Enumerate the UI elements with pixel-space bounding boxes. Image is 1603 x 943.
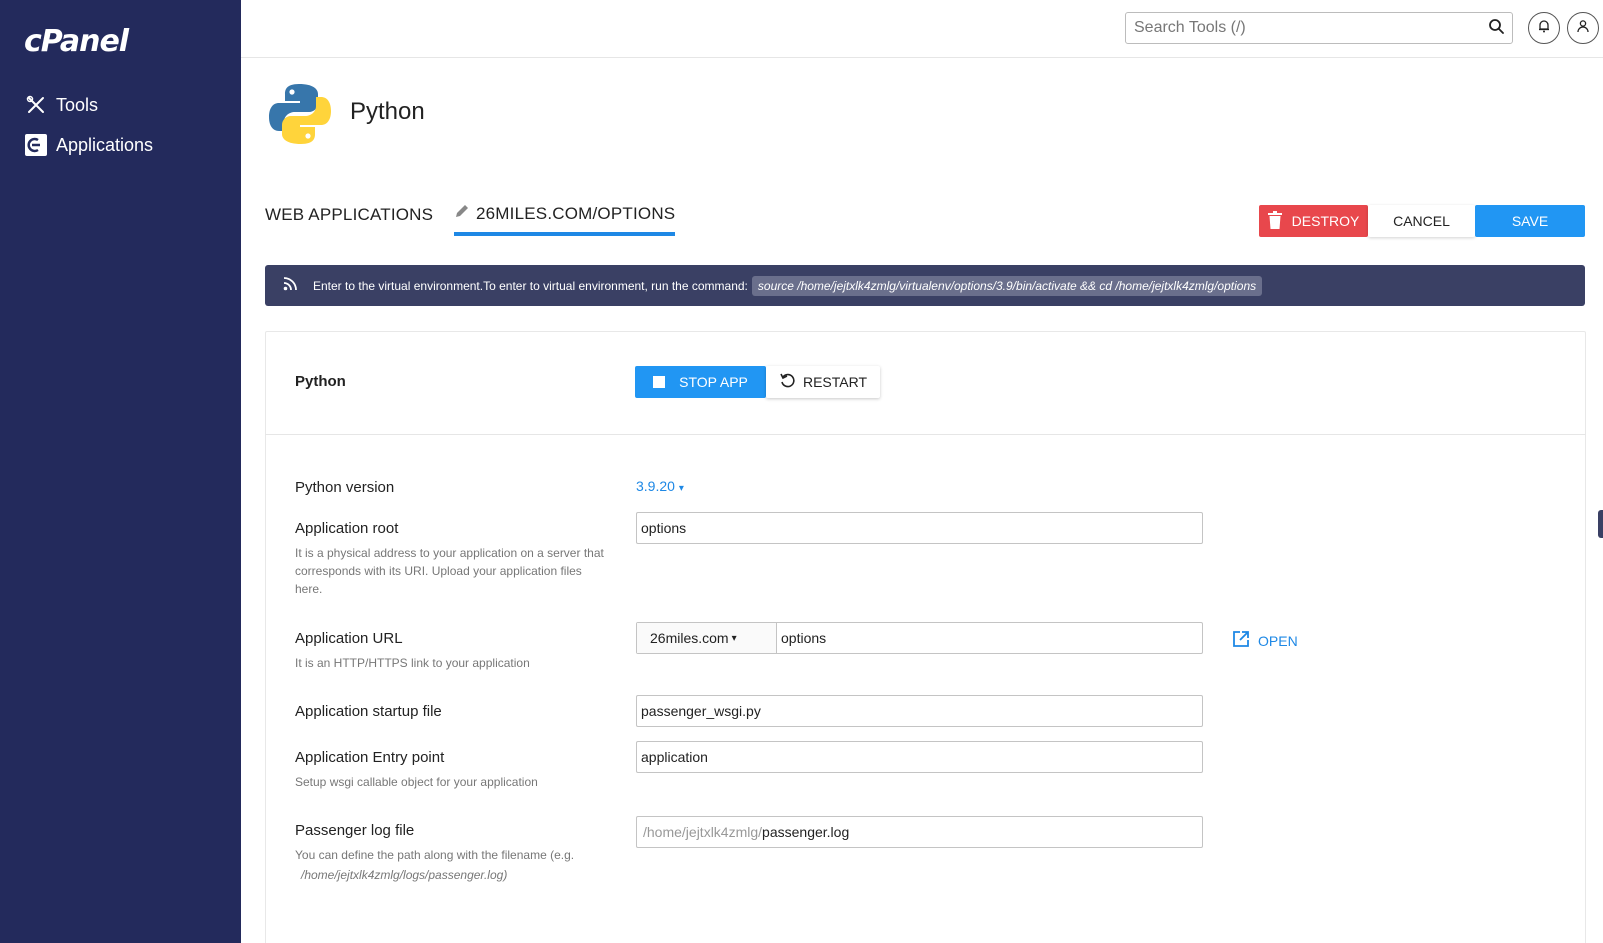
banner-text: Enter to the virtual environment.To ente…: [313, 278, 748, 293]
entry-point-help: Setup wsgi callable object for your appl…: [295, 775, 538, 789]
tab-label: 26MILES.COM/OPTIONS: [476, 203, 676, 223]
log-file-label: Passenger log file: [295, 822, 415, 839]
sidebar: cPanel Tools Applications: [0, 0, 241, 943]
page-title: Python: [350, 98, 425, 125]
destroy-button[interactable]: DESTROY: [1259, 205, 1368, 237]
app-url-path-input[interactable]: [777, 623, 1202, 653]
python-version-label: Python version: [295, 479, 395, 496]
sidebar-item-tools[interactable]: Tools: [24, 93, 98, 117]
app-root-field[interactable]: [636, 512, 1203, 544]
tools-icon: [24, 93, 48, 117]
log-file-help: You can define the path along with the f…: [295, 848, 575, 862]
log-file-prefix: /home/jejtxlk4zmlg/: [643, 824, 763, 840]
log-file-help-path: /home/jejtxlk4zmlg/logs/passenger.log): [301, 868, 508, 882]
search-icon[interactable]: [1488, 18, 1504, 39]
virtualenv-info-banner: Enter to the virtual environment.To ente…: [265, 265, 1585, 306]
sidebar-item-label: Tools: [56, 94, 99, 115]
app-root-label: Application root: [295, 520, 399, 537]
python-logo-icon: [268, 82, 332, 146]
applications-icon: [24, 133, 48, 157]
stop-label: STOP APP: [679, 374, 748, 390]
python-version-select[interactable]: 3.9.20 ▾: [636, 478, 684, 494]
caret-down-icon: ▾: [678, 483, 684, 494]
app-root-input[interactable]: [641, 520, 1198, 536]
banner-command[interactable]: source /home/jejtxlk4zmlg/virtualenv/opt…: [751, 275, 1263, 296]
search-input[interactable]: [1134, 19, 1488, 37]
open-label: OPEN: [1258, 632, 1298, 649]
app-root-help: It is a physical address to your applica…: [295, 546, 604, 596]
log-file-field[interactable]: /home/jejtxlk4zmlg/: [636, 816, 1203, 848]
restart-button[interactable]: RESTART: [766, 366, 880, 398]
entry-point-label: Application Entry point: [295, 749, 445, 766]
python-version-value: 3.9.20: [636, 478, 675, 494]
startup-file-input[interactable]: [641, 703, 1198, 719]
side-panel-handle[interactable]: [1598, 510, 1603, 538]
user-icon: [1576, 19, 1590, 38]
notifications-button[interactable]: [1528, 12, 1560, 44]
top-bar: [241, 0, 1603, 58]
trash-icon: [1267, 210, 1282, 232]
cpanel-logo[interactable]: cPanel: [24, 24, 129, 59]
restart-label: RESTART: [802, 374, 868, 390]
app-url-help: It is an HTTP/HTTPS link to your applica…: [295, 656, 530, 670]
restart-icon: [779, 372, 797, 393]
search-box[interactable]: [1125, 12, 1513, 44]
stop-icon: [653, 376, 666, 388]
sidebar-item-label: Applications: [56, 134, 154, 155]
pencil-icon: [454, 203, 470, 224]
log-file-input[interactable]: [762, 824, 1202, 840]
external-link-icon: [1232, 630, 1250, 651]
entry-point-field[interactable]: [636, 741, 1203, 773]
open-app-link[interactable]: OPEN: [1232, 630, 1298, 651]
tab-app-options[interactable]: 26MILES.COM/OPTIONS: [454, 203, 676, 236]
bell-icon: [1537, 19, 1551, 38]
startup-file-label: Application startup file: [295, 703, 442, 720]
caret-down-icon: ▾: [731, 632, 737, 644]
domain-value: 26miles.com: [650, 630, 729, 646]
entry-point-input[interactable]: [641, 749, 1198, 765]
sidebar-item-applications[interactable]: Applications: [24, 133, 153, 157]
destroy-label: DESTROY: [1291, 213, 1360, 229]
user-menu-button[interactable]: [1567, 12, 1599, 44]
tab-web-applications[interactable]: WEB APPLICATIONS: [265, 205, 433, 225]
app-url-field: 26miles.com ▾: [636, 622, 1203, 654]
app-url-label: Application URL: [295, 630, 403, 647]
startup-file-field[interactable]: [636, 695, 1203, 727]
domain-select[interactable]: 26miles.com ▾: [637, 623, 777, 653]
divider: [265, 434, 1586, 435]
app-control-label: Python: [295, 373, 346, 390]
stop-app-button[interactable]: STOP APP: [635, 366, 766, 398]
rss-icon: [283, 277, 297, 294]
save-button[interactable]: SAVE: [1475, 205, 1585, 237]
cancel-button[interactable]: CANCEL: [1368, 205, 1475, 237]
